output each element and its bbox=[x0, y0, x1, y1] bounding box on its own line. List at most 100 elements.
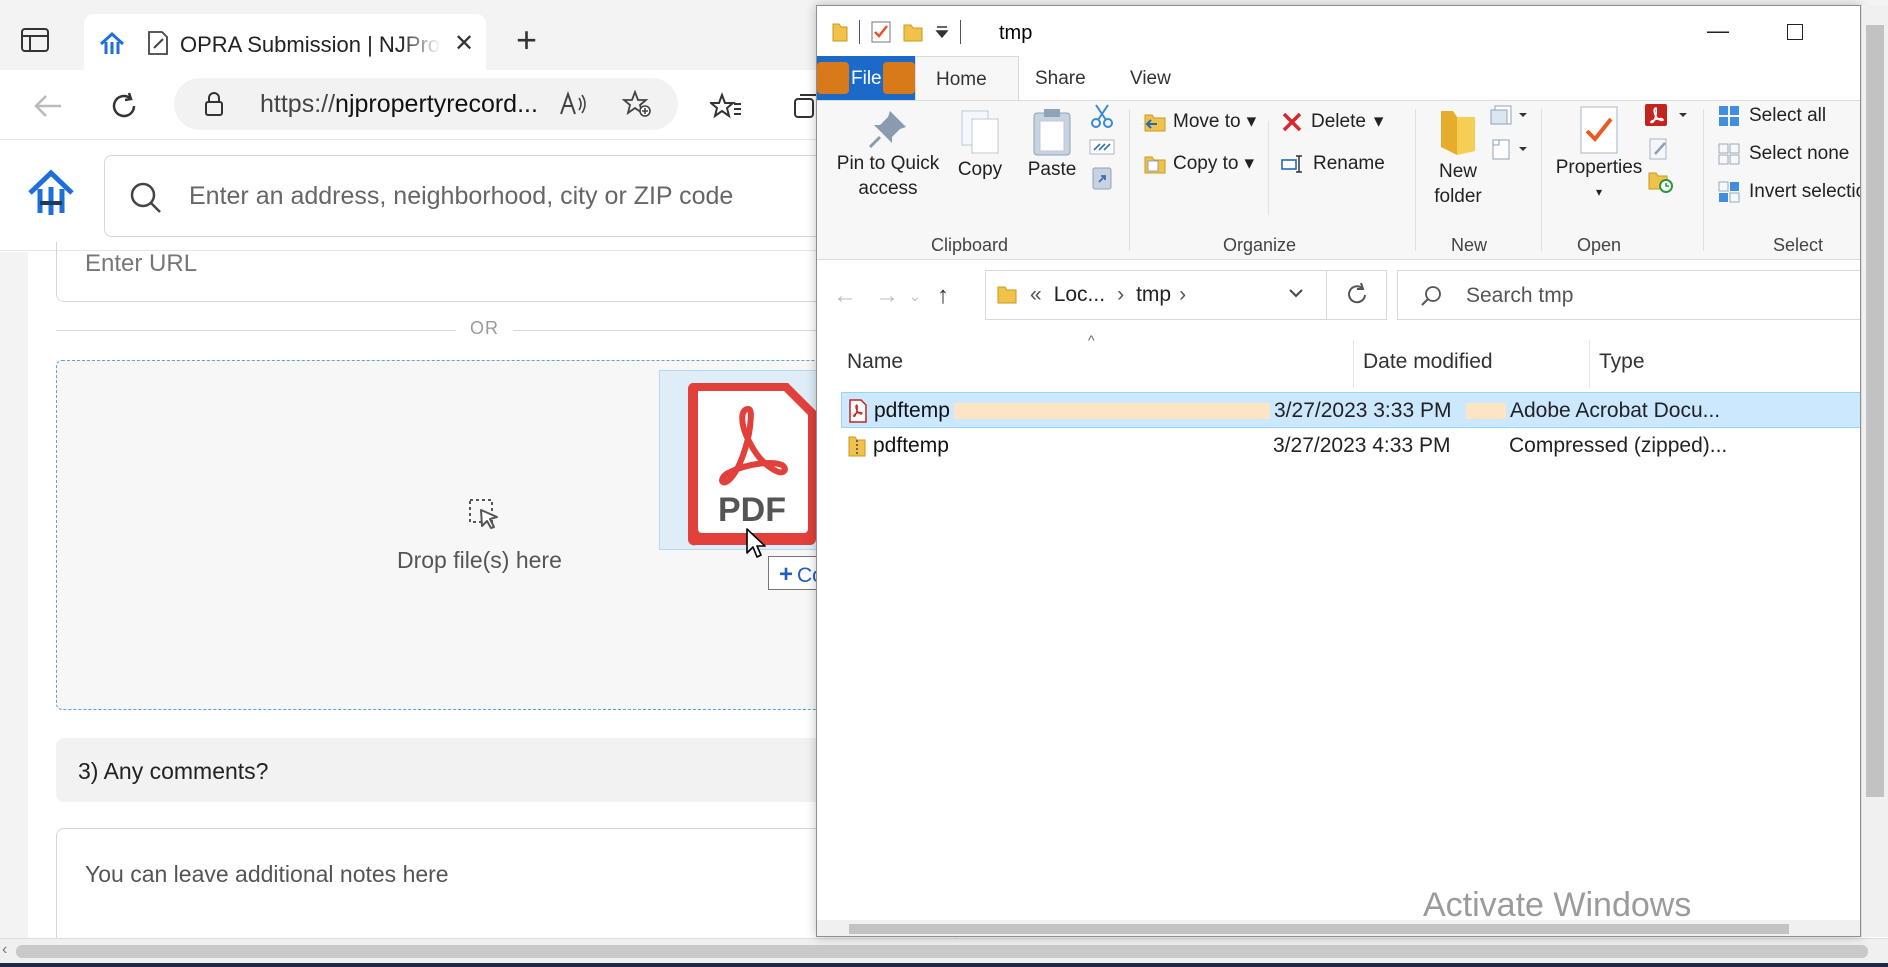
maximize-icon[interactable] bbox=[1787, 24, 1803, 40]
ribbon-tab-file[interactable]: File bbox=[817, 56, 915, 100]
copy-path-icon[interactable] bbox=[1089, 137, 1115, 157]
select-none-button[interactable]: Select none bbox=[1717, 141, 1849, 173]
file-tab-decoration-right bbox=[883, 62, 915, 94]
copy-button[interactable]: Copy bbox=[945, 107, 1015, 182]
pin-quick-access-button[interactable]: Pin to Quick access bbox=[829, 107, 947, 201]
breadcrumb-item-tmp[interactable]: tmp bbox=[1136, 283, 1171, 306]
pdf-doc-icon bbox=[848, 399, 868, 423]
drag-preview: PDF bbox=[659, 370, 839, 550]
invert-selection-icon bbox=[1718, 181, 1740, 202]
breadcrumb-chevron-icon-2[interactable]: › bbox=[1179, 283, 1186, 306]
rename-button[interactable]: Rename bbox=[1281, 151, 1385, 182]
select-all-icon bbox=[1719, 105, 1739, 126]
copy-to-label: Copy to bbox=[1173, 153, 1239, 174]
breadcrumb-chevron-icon[interactable]: › bbox=[1117, 283, 1124, 306]
explorer-search-box[interactable] bbox=[1397, 270, 1860, 320]
property-search-input[interactable] bbox=[187, 176, 887, 216]
scroll-left-icon[interactable]: ‹ bbox=[2, 941, 7, 959]
properties-button[interactable]: Properties ▾ bbox=[1547, 105, 1651, 205]
column-separator-2[interactable] bbox=[1589, 340, 1590, 388]
file-type: Compressed (zipped)... bbox=[1509, 434, 1728, 457]
column-header-name[interactable]: Name bbox=[847, 350, 903, 374]
properties-check-icon[interactable] bbox=[870, 20, 892, 44]
file-row-pdf[interactable]: pdftemp 3/27/2023 3:33 PM Adobe Acrobat … bbox=[841, 392, 1860, 428]
browser-tab-active[interactable]: OPRA Submission | NJProperty ✕ bbox=[84, 14, 486, 72]
minimize-icon[interactable]: — bbox=[1707, 18, 1729, 44]
lock-icon[interactable] bbox=[204, 91, 224, 117]
qa-dropdown-icon[interactable] bbox=[934, 24, 950, 40]
up-folder-icon[interactable]: ↑ bbox=[937, 282, 949, 310]
paste-shortcut-icon[interactable] bbox=[1089, 165, 1115, 191]
select-all-label: Select all bbox=[1749, 105, 1827, 126]
move-to-button[interactable]: Move to ▾ bbox=[1143, 109, 1256, 141]
tab-actions-icon[interactable] bbox=[20, 26, 56, 58]
select-group-label: Select bbox=[1773, 235, 1824, 255]
explorer-horizontal-scrollbar[interactable] bbox=[817, 920, 1860, 936]
explorer-search-input[interactable] bbox=[1464, 281, 1764, 311]
folder-icon[interactable] bbox=[831, 21, 849, 43]
address-dropdown-icon[interactable] bbox=[1286, 281, 1306, 305]
cut-scissors-icon[interactable] bbox=[1089, 103, 1115, 129]
address-url[interactable]: https://njpropertyrecord... bbox=[260, 90, 538, 119]
browser-horizontal-scrollbar[interactable]: ‹ bbox=[0, 938, 1888, 963]
column-separator[interactable] bbox=[1353, 340, 1354, 388]
copy-to-button[interactable]: Copy to ▾ bbox=[1143, 151, 1254, 183]
file-date: 3/27/2023 4:33 PM bbox=[1273, 434, 1451, 457]
site-logo-icon[interactable] bbox=[26, 169, 76, 219]
paste-button[interactable]: Paste bbox=[1017, 107, 1087, 182]
breadcrumb[interactable]: « Loc... › tmp › bbox=[985, 270, 1387, 320]
explorer-back-icon[interactable]: ← bbox=[833, 282, 857, 310]
properties-dropdown-icon[interactable]: ▾ bbox=[1547, 180, 1651, 205]
explorer-hscroll-thumb[interactable] bbox=[849, 924, 1789, 934]
dropzone-label: Drop file(s) here bbox=[397, 547, 562, 573]
invert-selection-button[interactable]: Invert selection bbox=[1717, 179, 1860, 211]
vertical-scrollbar[interactable] bbox=[1861, 5, 1888, 937]
copy-label: Copy bbox=[957, 159, 1003, 180]
add-favorite-icon[interactable] bbox=[622, 90, 652, 118]
ribbon-tab-share[interactable]: Share bbox=[1035, 68, 1086, 90]
scroll-thumb[interactable] bbox=[16, 945, 1868, 958]
new-folder-qa-icon[interactable] bbox=[902, 21, 924, 43]
refresh-icon[interactable] bbox=[104, 86, 144, 126]
new-folder-label-1: New bbox=[1438, 161, 1477, 182]
ribbon-tab-view[interactable]: View bbox=[1130, 68, 1171, 90]
history-icon[interactable] bbox=[1647, 167, 1673, 193]
breadcrumb-item-local[interactable]: Loc... bbox=[1054, 283, 1105, 306]
explorer-refresh-icon[interactable] bbox=[1326, 271, 1386, 319]
pdf-label: PDF bbox=[718, 491, 786, 529]
page-edit-icon bbox=[146, 30, 170, 56]
ribbon-tab-home[interactable]: Home bbox=[915, 56, 1019, 102]
delete-button[interactable]: Delete ▾ bbox=[1281, 109, 1383, 140]
new-group-label: New bbox=[1451, 235, 1488, 255]
new-tab-button[interactable]: + bbox=[516, 22, 537, 58]
delete-x-icon bbox=[1282, 112, 1302, 131]
address-bar[interactable]: https://njpropertyrecord... bbox=[174, 78, 678, 130]
select-all-button[interactable]: Select all bbox=[1717, 103, 1826, 135]
move-to-label: Move to bbox=[1173, 111, 1241, 132]
ribbon-separator-2 bbox=[1415, 109, 1416, 251]
ribbon-separator bbox=[1129, 109, 1130, 251]
rename-icon bbox=[1281, 154, 1302, 173]
acrobat-open-icon[interactable] bbox=[1643, 103, 1693, 127]
comments-question-label: 3) Any comments? bbox=[78, 758, 269, 784]
explorer-titlebar: tmp — bbox=[817, 6, 1860, 56]
highlight-bar bbox=[954, 403, 1270, 419]
tab-close-icon[interactable]: ✕ bbox=[454, 32, 474, 56]
new-item-icon[interactable] bbox=[1485, 103, 1529, 127]
rename-label: Rename bbox=[1313, 153, 1385, 174]
file-row-zip[interactable]: pdftemp 3/27/2023 4:33 PM Compressed (zi… bbox=[841, 428, 1860, 464]
vertical-scroll-thumb[interactable] bbox=[1866, 25, 1884, 797]
read-aloud-icon[interactable] bbox=[558, 90, 588, 118]
organize-inner-separator bbox=[1268, 121, 1269, 215]
back-arrow-icon[interactable] bbox=[28, 86, 68, 126]
explorer-forward-icon[interactable]: → bbox=[875, 282, 899, 310]
favorites-icon[interactable] bbox=[706, 86, 746, 126]
edit-file-icon[interactable] bbox=[1647, 137, 1671, 161]
column-header-date[interactable]: Date modified bbox=[1363, 350, 1493, 374]
breadcrumb-overflow[interactable]: « bbox=[1030, 283, 1042, 306]
sort-up-icon: ^ bbox=[1088, 332, 1095, 348]
column-header-type[interactable]: Type bbox=[1599, 350, 1645, 374]
easy-access-icon[interactable] bbox=[1485, 137, 1529, 161]
recent-locations-icon[interactable]: ⌄ bbox=[909, 288, 921, 305]
mouse-cursor-icon bbox=[745, 527, 769, 559]
